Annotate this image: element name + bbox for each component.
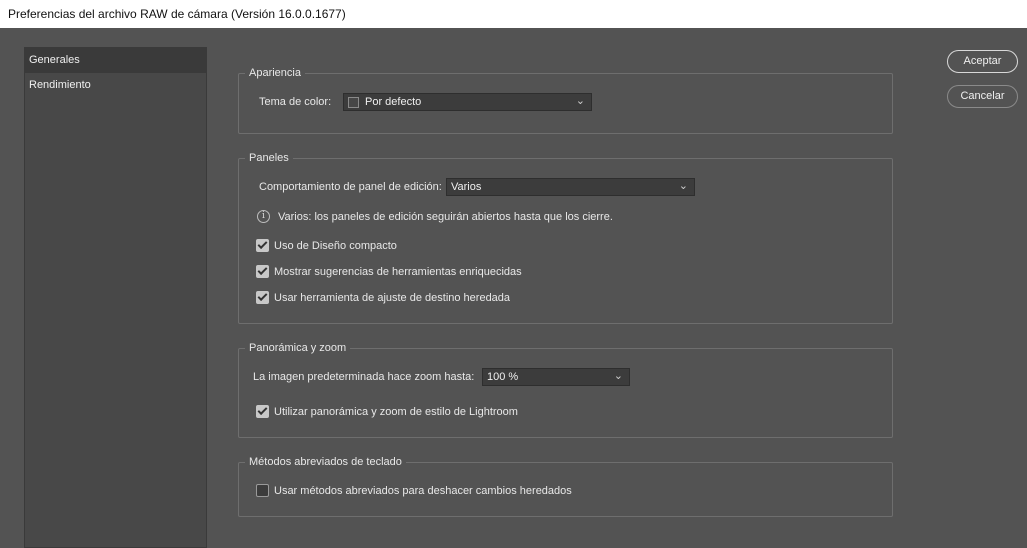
chevron-down-icon: ⌄: [613, 370, 623, 382]
lightroom-zoom-label: Utilizar panorámica y zoom de estilo de …: [274, 405, 518, 418]
legacy-shortcuts-label: Usar métodos abreviados para deshacer ca…: [274, 484, 572, 497]
legacy-shortcuts-checkbox[interactable]: [256, 484, 269, 497]
sidebar-item-rendimiento[interactable]: Rendimiento: [25, 73, 206, 98]
cancel-button[interactable]: Cancelar: [947, 85, 1018, 108]
compact-layout-option[interactable]: Uso de Diseño compacto: [256, 239, 397, 252]
rich-tooltips-label: Mostrar sugerencias de herramientas enri…: [274, 265, 522, 278]
chevron-down-icon: ⌄: [678, 180, 688, 192]
panel-behavior-value: Varios: [451, 181, 482, 193]
theme-label: Tema de color:: [259, 96, 332, 108]
panels-group: Paneles Comportamiento de panel de edici…: [238, 151, 893, 324]
window-title: Preferencias del archivo RAW de cámara (…: [0, 0, 1027, 28]
zoom-select[interactable]: 100 % ⌄: [482, 368, 630, 386]
legacy-tat-checkbox[interactable]: [256, 291, 269, 304]
theme-select[interactable]: Por defecto ⌄: [343, 93, 592, 111]
panel-info-row: i Varios: los paneles de edición seguirá…: [257, 210, 613, 223]
color-swatch-icon: [348, 96, 359, 108]
panzoom-group: Panorámica y zoom La imagen predetermina…: [238, 341, 893, 438]
info-icon: i: [257, 210, 270, 223]
panels-legend: Paneles: [245, 151, 293, 165]
panzoom-legend: Panorámica y zoom: [245, 341, 351, 355]
panel-behavior-select[interactable]: Varios ⌄: [446, 178, 695, 196]
chevron-down-icon: ⌄: [575, 95, 585, 107]
zoom-select-value: 100 %: [487, 371, 519, 383]
lightroom-zoom-option[interactable]: Utilizar panorámica y zoom de estilo de …: [256, 405, 518, 418]
compact-layout-label: Uso de Diseño compacto: [274, 239, 397, 252]
shortcuts-legend: Métodos abreviados de teclado: [245, 455, 406, 469]
panel-behavior-label: Comportamiento de panel de edición:: [259, 181, 442, 193]
shortcuts-group: Métodos abreviados de teclado Usar métod…: [238, 455, 893, 517]
legacy-tat-option[interactable]: Usar herramienta de ajuste de destino he…: [256, 291, 510, 304]
panel-info-text: Varios: los paneles de edición seguirán …: [278, 210, 613, 223]
appearance-group: Apariencia Tema de color: Por defecto ⌄: [238, 66, 893, 134]
sidebar: Generales Rendimiento: [24, 47, 207, 548]
sidebar-item-generales[interactable]: Generales: [25, 48, 206, 73]
theme-select-value: Por defecto: [365, 96, 422, 108]
legacy-tat-label: Usar herramienta de ajuste de destino he…: [274, 291, 511, 304]
lightroom-zoom-checkbox[interactable]: [256, 405, 269, 418]
rich-tooltips-option[interactable]: Mostrar sugerencias de herramientas enri…: [256, 265, 522, 278]
accept-button[interactable]: Aceptar: [947, 50, 1018, 73]
compact-layout-checkbox[interactable]: [256, 239, 269, 252]
legacy-shortcuts-option[interactable]: Usar métodos abreviados para deshacer ca…: [256, 484, 572, 497]
appearance-legend: Apariencia: [245, 66, 305, 80]
zoom-label: La imagen predeterminada hace zoom hasta…: [253, 371, 475, 383]
rich-tooltips-checkbox[interactable]: [256, 265, 269, 278]
